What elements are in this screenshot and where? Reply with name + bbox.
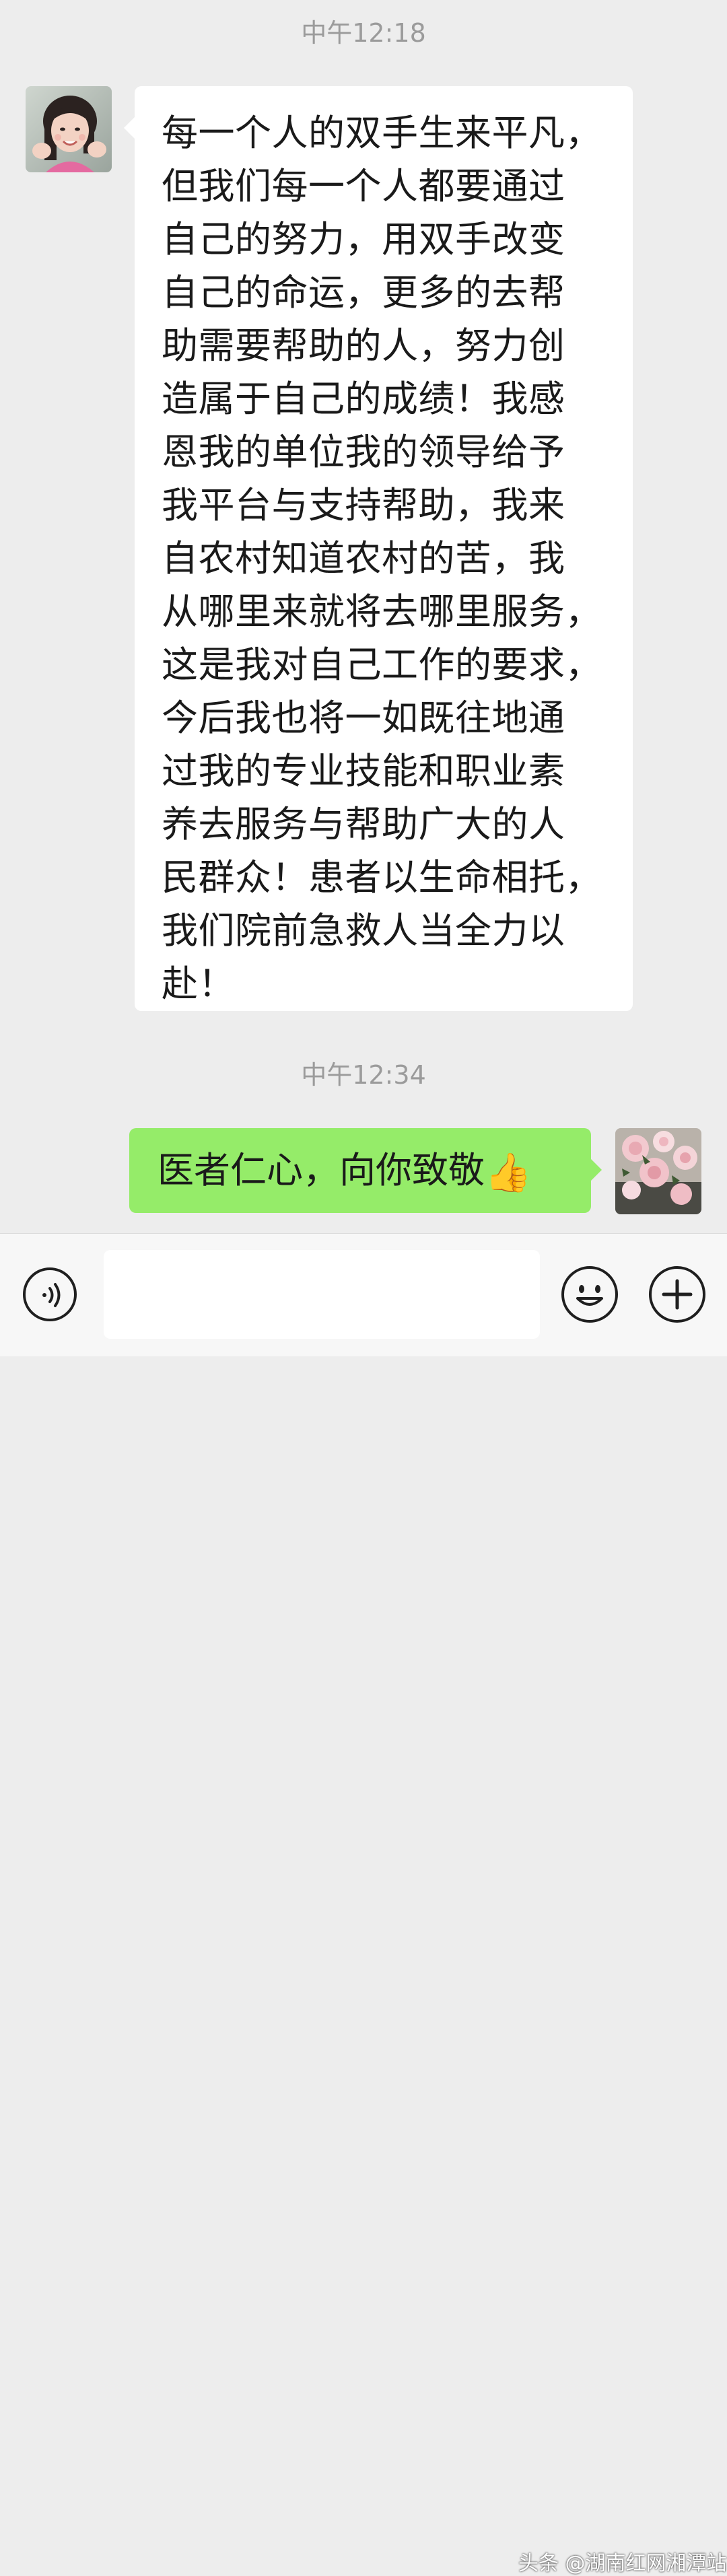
roses-avatar-icon (615, 1128, 701, 1214)
my-avatar[interactable] (615, 1128, 701, 1214)
voice-button[interactable] (23, 1267, 77, 1321)
sent-message-text: 医者仁心，向你致敬👍 (158, 1147, 532, 1197)
chat-window: 中午12:18 每一个人的双手生来平凡， 但我们每一个人都要通过 自己的努力，用… (0, 0, 727, 1233)
message-timestamp: 中午12:18 (301, 18, 426, 48)
watermark: 头条 @湖南红网湘潭站 (518, 2552, 727, 2575)
received-message-bubble[interactable]: 每一个人的双手生来平凡， 但我们每一个人都要通过 自己的努力，用双手改变 自己的… (124, 86, 633, 1011)
message-timestamp: 中午12:34 (301, 1060, 426, 1090)
more-button[interactable] (649, 1266, 705, 1323)
chat-input-bar: 头条 @湖南红网湘潭站 (0, 1233, 727, 2575)
thumbs-up-icon: 👍 (485, 1151, 532, 1195)
message-input[interactable] (104, 1250, 540, 1339)
plus-icon (662, 1279, 693, 1310)
smiley-icon (576, 1285, 603, 1306)
girl-avatar-icon (26, 86, 112, 172)
sent-message-bubble[interactable]: 医者仁心，向你致敬👍 (129, 1128, 602, 1213)
contact-avatar[interactable] (26, 86, 112, 172)
voice-icon (42, 1283, 61, 1307)
sent-message-label: 医者仁心，向你致敬 (158, 1149, 485, 1191)
received-message-text: 每一个人的双手生来平凡， 但我们每一个人都要通过 自己的努力，用双手改变 自己的… (162, 112, 602, 1005)
emoji-button[interactable] (561, 1266, 618, 1323)
